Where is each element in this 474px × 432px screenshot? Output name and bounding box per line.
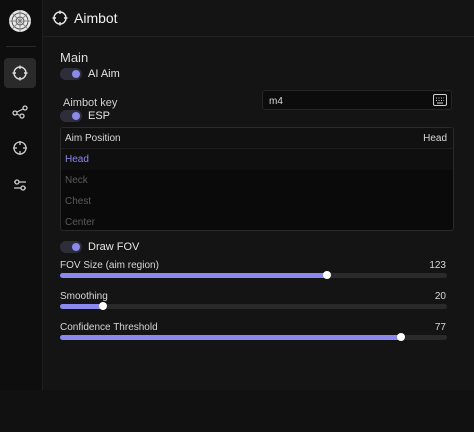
smoothing-value: 20 (434, 291, 446, 302)
aim-position-header[interactable]: Aim Position Head (61, 128, 453, 149)
ai-aim-label: AI Aim (88, 68, 120, 80)
smoothing-label: Smoothing (60, 291, 108, 302)
sidebar-item-nodes[interactable] (4, 96, 36, 126)
logo-icon (9, 10, 31, 32)
fov-size-label: FOV Size (aim region) (60, 260, 159, 271)
footer-bar (0, 390, 474, 432)
aim-position-label: Aim Position (65, 132, 121, 144)
nodes-icon (12, 105, 28, 119)
aim-position-dropdown: Aim Position Head Head Neck Chest Center (60, 127, 454, 231)
sidebar (0, 0, 43, 390)
esp-label: ESP (88, 110, 111, 122)
slider-thumb[interactable] (98, 302, 107, 310)
aim-option-chest[interactable]: Chest (61, 191, 453, 212)
confidence-value: 77 (434, 322, 446, 333)
sidebar-item-aimbot[interactable] (4, 58, 36, 88)
sidebar-item-settings[interactable] (4, 170, 36, 200)
aim-position-selected: Head (423, 132, 447, 144)
aimbot-key-field[interactable] (262, 90, 452, 110)
aimbot-key-input[interactable] (267, 93, 431, 109)
fov-size-value: 123 (429, 260, 446, 271)
aim-option-center[interactable]: Center (61, 212, 453, 230)
esp-toggle[interactable] (60, 110, 82, 122)
slider-fill (60, 273, 328, 278)
draw-fov-toggle[interactable] (60, 241, 82, 253)
target-icon (13, 141, 27, 155)
confidence-slider[interactable] (60, 333, 447, 341)
header: Aimbot (42, 0, 474, 36)
sliders-icon (14, 179, 26, 191)
smoothing-slider[interactable] (60, 302, 447, 310)
crosshair-icon (12, 65, 28, 81)
draw-fov-row: Draw FOV (60, 241, 139, 253)
sidebar-item-target[interactable] (4, 133, 36, 163)
aimbot-key-label: Aimbot key (63, 97, 118, 109)
ai-aim-row: AI Aim (60, 68, 120, 80)
crosshair-icon (52, 10, 68, 26)
slider-fill (60, 335, 401, 340)
section-title: Main (60, 50, 89, 65)
aim-option-neck[interactable]: Neck (61, 170, 453, 191)
slider-thumb[interactable] (396, 333, 405, 341)
fov-size-slider[interactable] (60, 271, 447, 279)
header-divider (42, 36, 474, 37)
slider-fill (60, 304, 103, 309)
confidence-label: Confidence Threshold (60, 322, 158, 333)
ai-aim-toggle[interactable] (60, 68, 82, 80)
aim-option-head[interactable]: Head (61, 149, 453, 170)
keyboard-icon[interactable] (433, 94, 447, 106)
esp-row: ESP (60, 110, 110, 122)
sidebar-divider (6, 46, 36, 47)
page-title: Aimbot (74, 10, 118, 26)
draw-fov-label: Draw FOV (88, 241, 140, 253)
slider-thumb[interactable] (323, 271, 332, 279)
